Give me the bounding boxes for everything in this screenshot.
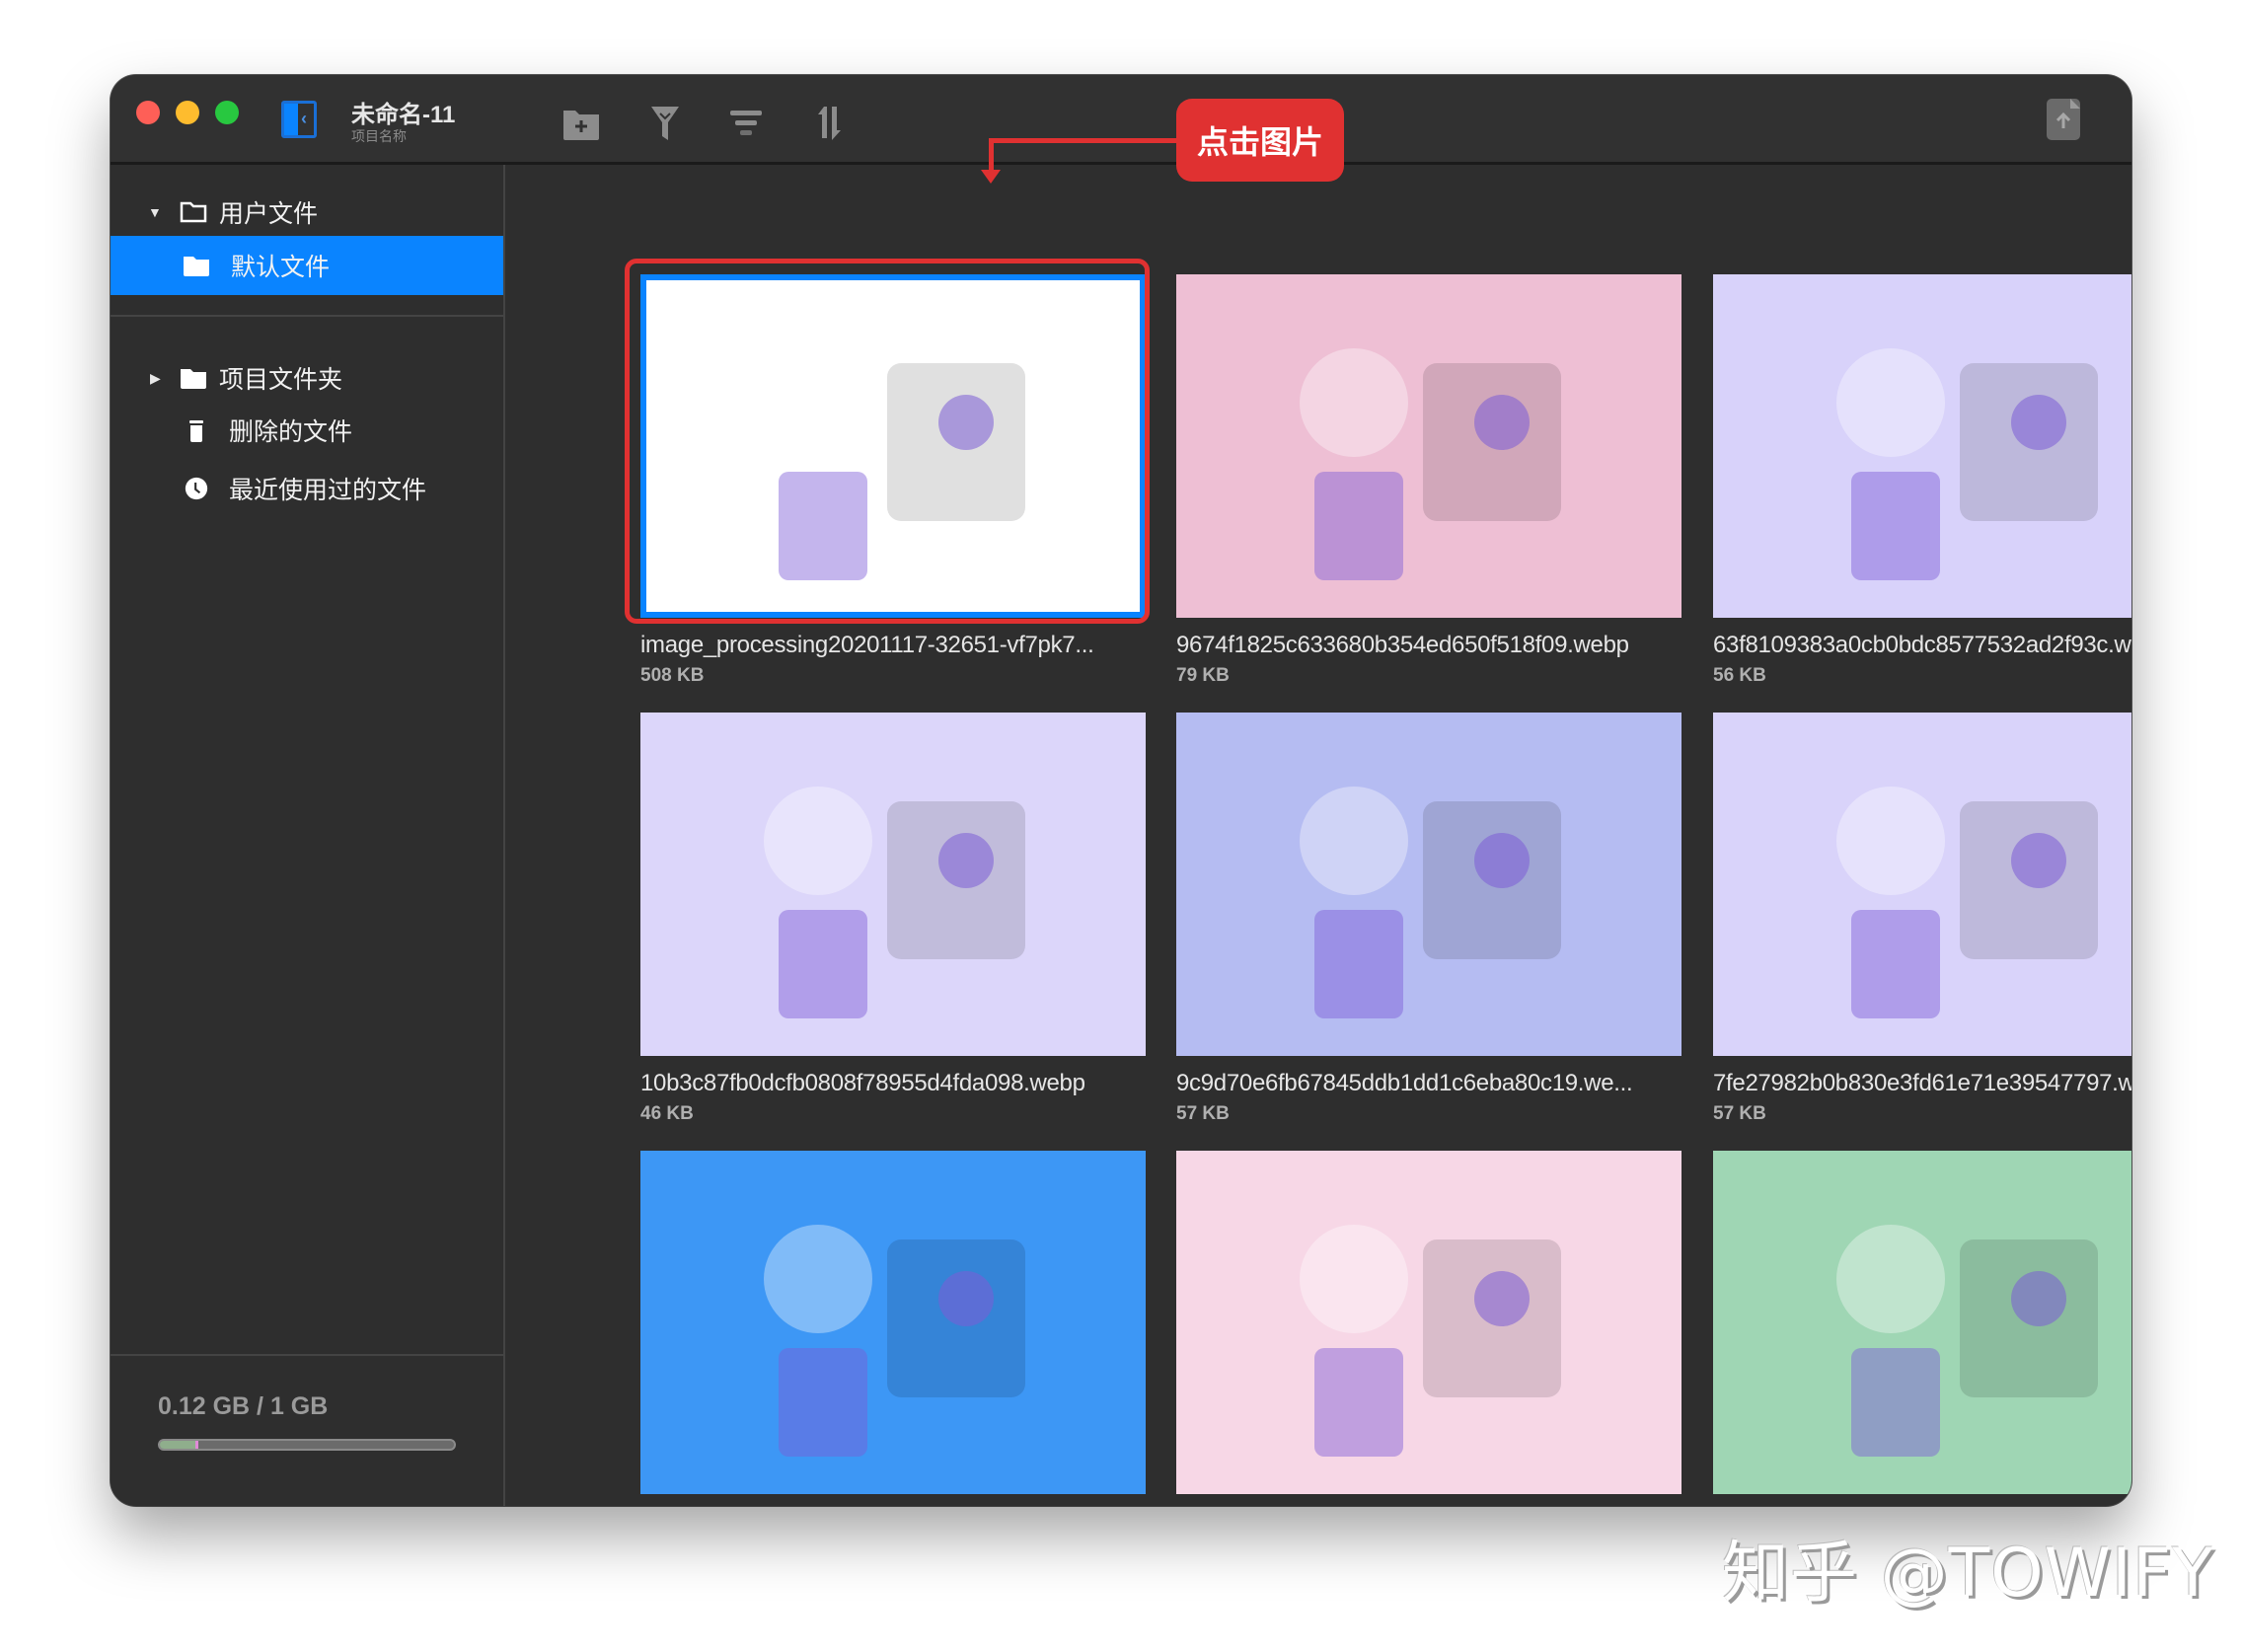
illustration-image [1300,1225,1561,1457]
sidebar-item-label: 默认文件 [231,254,331,281]
file-thumbnail[interactable] [640,1151,1146,1494]
file-upload-icon[interactable] [2047,99,2080,140]
file-size: 508 KB [640,665,705,686]
trash-icon [189,420,203,442]
callout-connector [989,138,1178,143]
close-window-button[interactable] [136,101,160,124]
sidebar-item-user-files[interactable]: ▼ 用户文件 [111,183,503,242]
sidebar-toggle-icon[interactable]: ‹ [281,101,317,138]
illustration-image [764,348,1025,580]
sidebar-item-label: 项目文件夹 [219,366,343,394]
file-name: image_processing20201117-32651-vf7pk7... [640,632,1094,658]
file-tile[interactable]: 9c9d70e6fb67845ddb1dd1c6eba80c19.we... 57… [1176,713,1682,1125]
file-tile[interactable]: 63f8109383a0cb0bdc8577532ad2f93c.we... 56… [1713,274,2131,687]
zoom-window-button[interactable] [215,101,239,124]
title-bar: ‹ 未命名-11 项目名称 [111,75,2131,165]
file-tile[interactable]: 83a11511ec381a2f898ff8210ce6737c.png112 … [1176,1151,1682,1506]
sidebar-item-project-folder[interactable]: ▶ 项目文件夹 [111,348,503,408]
new-folder-icon[interactable] [560,101,603,144]
sort-icon[interactable] [808,101,852,144]
folder-icon [184,257,209,276]
illustration-image [1836,348,2098,580]
folder-outline-icon [180,201,207,223]
file-size: 56 KB [1713,665,1766,686]
storage-progress-bar [158,1439,456,1451]
caret-down-icon[interactable]: ▼ [148,204,162,220]
file-thumbnail[interactable] [1176,274,1682,618]
file-tile[interactable]: 7fe27982b0b830e3fd61e71e39547797.webp 57 … [1713,713,2131,1125]
project-subtitle: 项目名称 [351,128,407,144]
file-tile[interactable]: 9674f1825c633680b354ed650f518f09.webp 79 … [1176,274,1682,687]
file-thumbnail[interactable] [1176,713,1682,1056]
app-window: ‹ 未命名-11 项目名称 ▼ 用户文件 默认文件 ▶ 项目文件夹 删除的文件 … [111,75,2131,1506]
illustration-image [1300,348,1561,580]
folder-icon [181,369,206,389]
file-tile[interactable]: 10b3c87fb0dcfb0808f78955d4fda098.webp 46 … [640,713,1146,1125]
sidebar-item-default-files[interactable]: 默认文件 [111,236,503,295]
file-thumbnail[interactable] [640,274,1146,618]
illustration-image [764,787,1025,1018]
file-thumbnail[interactable] [1713,713,2131,1056]
project-title[interactable]: 未命名-11 [351,95,455,129]
file-thumbnail[interactable] [1713,274,2131,618]
file-size: 57 KB [1176,1103,1230,1124]
callout-connector [989,138,994,174]
illustration-image [1836,1225,2098,1457]
caret-right-icon[interactable]: ▶ [150,370,161,387]
sidebar-item-label: 删除的文件 [229,418,353,446]
sidebar-divider [111,315,503,317]
file-thumbnail[interactable] [640,713,1146,1056]
callout-arrow-icon [981,170,1001,184]
illustration-image [764,1225,1025,1457]
file-tile[interactable]: 4dea6673f9b4fb43a291cc581307c876.webp176… [1713,1151,2131,1506]
sidebar-divider [111,1354,503,1356]
storage-usage-text: 0.12 GB / 1 GB [158,1392,329,1420]
file-thumbnail[interactable] [1176,1151,1682,1494]
list-filter-icon[interactable] [724,101,768,144]
clock-icon [185,477,208,500]
illustration-image [1836,787,2098,1018]
sidebar-item-label: 最近使用过的文件 [229,477,427,504]
storage-progress-fill [160,1441,195,1449]
annotation-callout: 点击图片 [1176,99,1344,182]
sidebar: ▼ 用户文件 默认文件 ▶ 项目文件夹 删除的文件 最近使用过的文件 0.12 … [111,165,505,1506]
sidebar-item-recent-files[interactable]: 最近使用过的文件 [111,459,503,518]
filter-icon[interactable] [643,101,687,144]
storage-progress-marker [194,1441,198,1449]
file-tile[interactable]: image_processing20201117-32651-vf7pk7...… [625,259,1150,687]
file-name: 7fe27982b0b830e3fd61e71e39547797.webp [1713,1070,2131,1096]
illustration-image [1300,787,1561,1018]
file-size: 79 KB [1176,665,1230,686]
file-name: 63f8109383a0cb0bdc8577532ad2f93c.we... [1713,632,2131,658]
watermark: 知乎 @TOWIFY [1722,1535,2214,1613]
file-grid: image_processing20201117-32651-vf7pk7...… [505,165,2131,1506]
file-size: 46 KB [640,1103,694,1124]
file-tile[interactable]: ddbc6e5bade0e4c377dd22af04265e7f.we...71… [640,1151,1146,1506]
file-name: 10b3c87fb0dcfb0808f78955d4fda098.webp [640,1070,1085,1096]
sidebar-item-deleted-files[interactable]: 删除的文件 [111,401,503,460]
sidebar-item-label: 用户文件 [219,200,319,228]
file-name: 9674f1825c633680b354ed650f518f09.webp [1176,632,1629,658]
minimize-window-button[interactable] [176,101,199,124]
file-thumbnail[interactable] [1713,1151,2131,1494]
file-size: 57 KB [1713,1103,1766,1124]
file-name: 9c9d70e6fb67845ddb1dd1c6eba80c19.we... [1176,1070,1633,1096]
